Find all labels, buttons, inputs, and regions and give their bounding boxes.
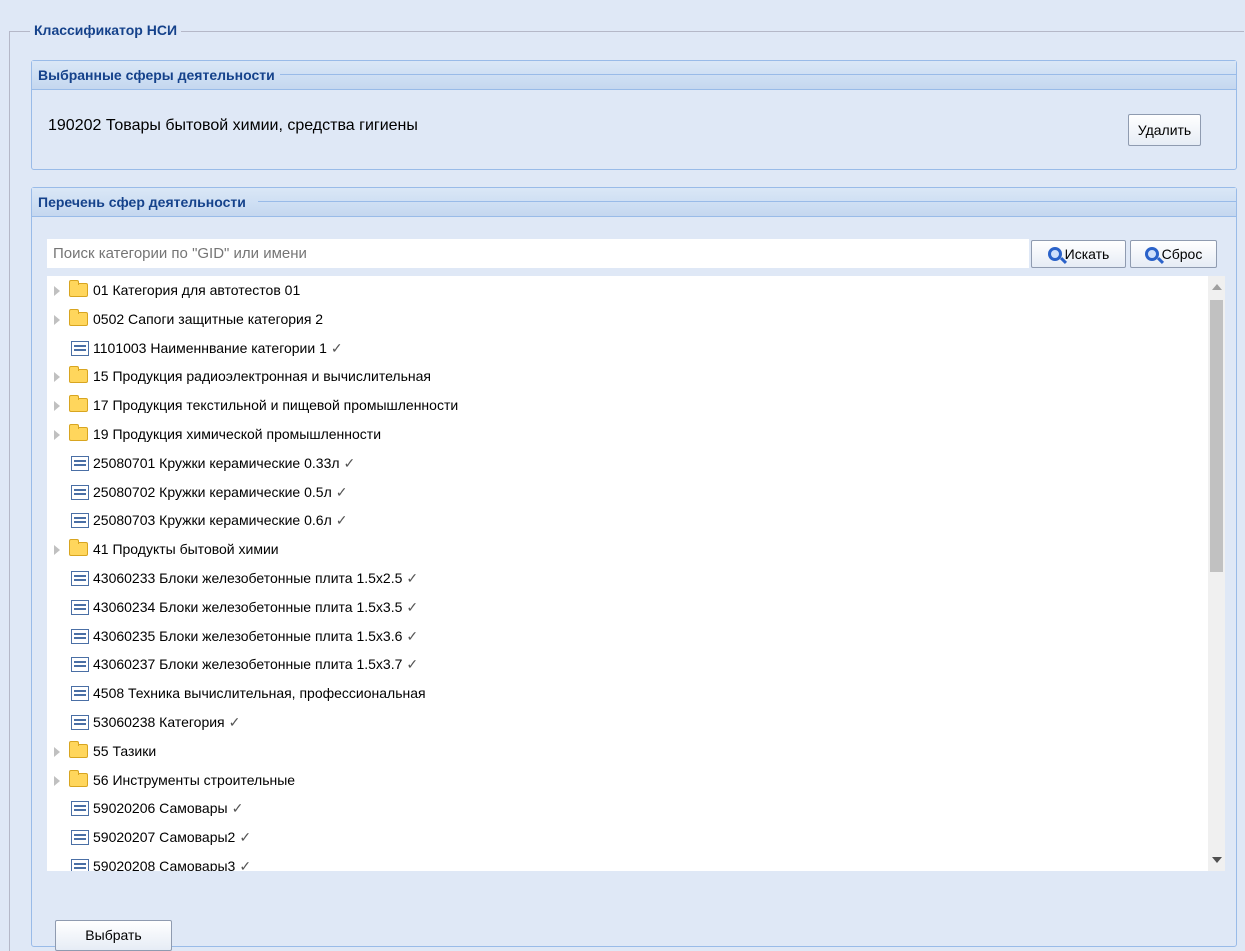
leaf-item-icon — [71, 340, 89, 356]
leaf-item-icon — [71, 599, 89, 615]
category-tree: 59020208 Самовары3 ✓ 59020207 Самовары2 ✓ 59… — [47, 276, 1225, 871]
search-button[interactable]: Искать — [1031, 240, 1126, 268]
tree-scrollbar[interactable] — [1208, 276, 1225, 871]
checkmark-icon: ✓ — [406, 656, 419, 673]
spheres-list-header: Перечень сфер деятельности — [32, 188, 1236, 217]
tree-row-label: 43060233 Блоки железобетонные плита 1.5x… — [93, 570, 419, 586]
expand-arrow-icon[interactable] — [54, 430, 60, 440]
header-divider — [258, 201, 1236, 202]
expand-arrow-icon[interactable] — [54, 286, 60, 296]
scroll-thumb[interactable] — [1210, 300, 1223, 572]
folder-icon — [69, 539, 88, 557]
expand-arrow-icon[interactable] — [54, 775, 60, 786]
delete-button[interactable]: Удалить — [1128, 114, 1201, 146]
folder-icon — [69, 395, 88, 413]
search-icon — [1047, 247, 1062, 261]
leaf-item-icon — [71, 715, 89, 730]
leaf-item-icon — [71, 801, 89, 817]
checkmark-icon: ✓ — [228, 714, 241, 730]
spheres-list-title: Перечень сфер деятельности — [38, 194, 246, 210]
folder-icon — [69, 366, 88, 384]
tree-row-label: 0502 Сапоги защитные категория 2 — [93, 310, 324, 327]
reset-button[interactable]: Сброс — [1130, 240, 1217, 268]
tree-row-label: 53060238 Категория ✓ — [93, 714, 241, 730]
reset-button-label: Сброс — [1161, 246, 1203, 262]
header-divider — [280, 74, 1236, 75]
leaf-item-icon — [71, 571, 89, 586]
checkmark-icon: ✓ — [406, 627, 419, 644]
folder-icon — [69, 424, 88, 441]
tree-row-label: 56 Инструменты строительные — [93, 771, 296, 788]
scroll-down-arrow-icon[interactable] — [1212, 857, 1222, 863]
tree-row-label: 59020207 Самовары2 ✓ — [93, 829, 252, 846]
selected-sphere-item: 190202 Товары бытовой химии, средства ги… — [48, 117, 418, 134]
expand-arrow-icon[interactable] — [54, 746, 60, 757]
expand-arrow-icon[interactable] — [54, 314, 60, 325]
leaf-item-icon — [71, 859, 89, 871]
checkmark-icon: ✓ — [343, 454, 356, 471]
tree-row-label: 19 Продукция химической промышленности — [93, 426, 382, 442]
tree-row-label: 43060237 Блоки железобетонные плита 1.5x… — [93, 656, 419, 673]
leaf-item-icon — [71, 513, 89, 529]
search-icon — [1144, 247, 1159, 261]
selected-spheres-header: Выбранные сферы деятельности — [32, 61, 1236, 90]
folder-icon — [69, 308, 88, 326]
checkmark-icon: ✓ — [335, 483, 348, 500]
folder-icon — [69, 740, 88, 758]
checkmark-icon: ✓ — [231, 800, 244, 817]
selected-spheres-panel: Выбранные сферы деятельности 190202 Това… — [31, 60, 1237, 170]
expand-arrow-icon[interactable] — [54, 372, 60, 383]
expand-arrow-icon[interactable] — [54, 401, 60, 412]
tree-row-label: 59020206 Самовары ✓ — [93, 800, 244, 817]
leaf-item-icon — [71, 484, 89, 500]
tree-row-label: 43060234 Блоки железобетонные плита 1.5x… — [93, 598, 419, 615]
scroll-up-arrow-icon[interactable] — [1212, 284, 1222, 290]
search-button-label: Искать — [1064, 246, 1110, 262]
leaf-item-icon — [71, 628, 89, 644]
checkmark-icon: ✓ — [406, 598, 419, 615]
tree-row-label: 15 Продукция радиоэлектронная и вычислит… — [93, 368, 431, 385]
checkmark-icon: ✓ — [406, 570, 419, 586]
tree-row-label: 55 Тазики — [93, 742, 157, 759]
tree-row-label: 01 Категория для автотестов 01 — [93, 282, 301, 298]
leaf-item-icon — [71, 455, 89, 471]
folder-icon — [69, 769, 88, 787]
checkmark-icon: ✓ — [330, 339, 343, 356]
classifier-legend: Классификатор НСИ — [30, 22, 182, 38]
tree-row-label: 4508 Техника вычислительная, профессиона… — [93, 685, 426, 702]
tree-row-label: 41 Продукты бытовой химии — [93, 541, 279, 558]
folder-icon — [69, 280, 88, 297]
leaf-item-icon — [71, 686, 89, 702]
tree-row-label: 59020208 Самовары3 ✓ — [93, 852, 251, 871]
tree-row-label: 25080702 Кружки керамические 0.5л ✓ — [93, 483, 348, 500]
checkmark-icon: ✓ — [335, 512, 348, 529]
leaf-item-icon — [71, 657, 89, 673]
search-input[interactable] — [47, 239, 1029, 268]
selected-spheres-title: Выбранные сферы деятельности — [38, 67, 275, 83]
spheres-list-panel: Перечень сфер деятельности Искать Сброс … — [31, 187, 1237, 951]
expand-arrow-icon[interactable] — [54, 545, 60, 556]
tree-row-label: 1101003 Наименнвание категории 1 ✓ — [93, 339, 343, 356]
tree-row-label: 17 Продукция текстильной и пищевой промы… — [93, 397, 459, 414]
leaf-item-icon — [71, 830, 89, 846]
tree-row-label: 25080703 Кружки керамические 0.6л ✓ — [93, 512, 348, 529]
checkmark-icon: ✓ — [239, 829, 252, 846]
checkmark-icon: ✓ — [239, 858, 252, 871]
tree-row-label: 43060235 Блоки железобетонные плита 1.5x… — [93, 627, 419, 644]
tree-row-label: 25080701 Кружки керамические 0.33л ✓ — [93, 454, 356, 471]
